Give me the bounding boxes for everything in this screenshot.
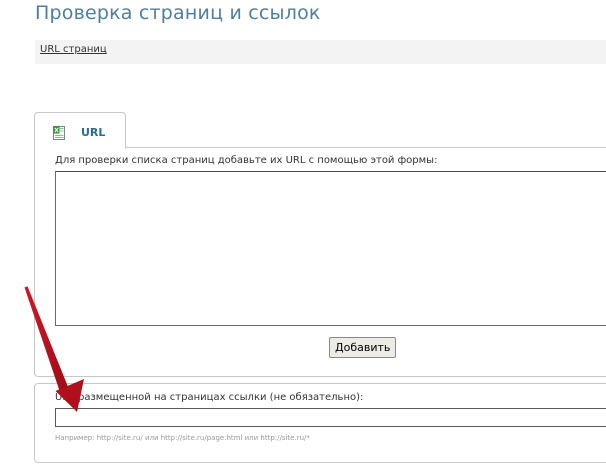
url-form-label: Для проверки списка страниц добавьте их …: [55, 155, 438, 166]
tab-url-label: URL: [81, 126, 106, 139]
page-title: Проверка страниц и ссылок: [35, 2, 321, 24]
subnav-bar: URL страниц: [35, 40, 606, 64]
url-pages-link[interactable]: URL страниц: [40, 44, 107, 55]
url-list-textarea[interactable]: [55, 171, 606, 326]
add-button[interactable]: Добавить: [329, 337, 397, 358]
page: Проверка страниц и ссылок URL страниц UR…: [0, 0, 606, 475]
link-form-panel: URL размещенной на страницах ссылки (не …: [34, 383, 606, 463]
link-url-label: URL размещенной на страницах ссылки (не …: [55, 392, 364, 403]
excel-file-icon: [53, 125, 65, 140]
tab-url[interactable]: URL: [34, 112, 126, 149]
link-url-hint: Например: http://site.ru/ или http://sit…: [55, 434, 310, 442]
link-url-input[interactable]: [55, 408, 606, 427]
url-form-panel: Для проверки списка страниц добавьте их …: [34, 147, 606, 377]
